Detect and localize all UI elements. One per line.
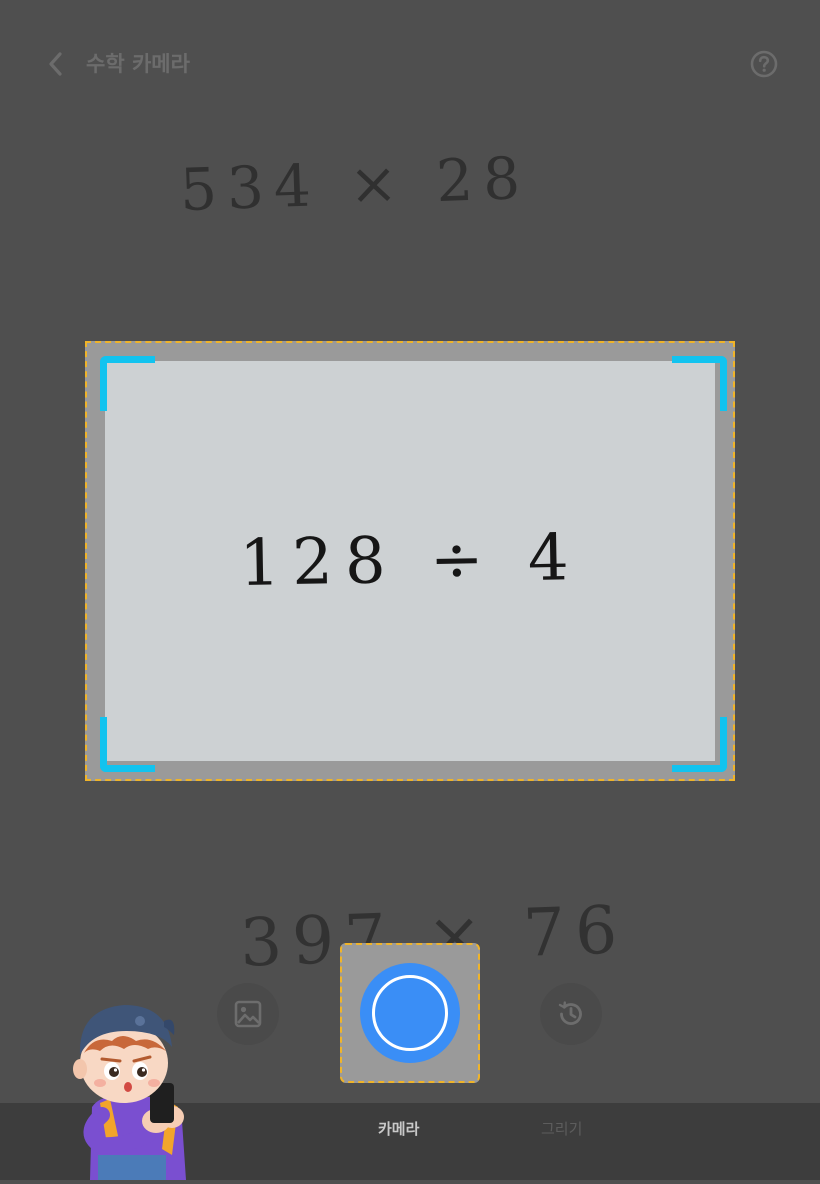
gallery-button[interactable] <box>217 983 279 1045</box>
shutter-icon <box>372 975 448 1051</box>
shutter-button[interactable] <box>360 963 460 1063</box>
chevron-left-icon <box>49 52 62 76</box>
frame-corner-bottom-right <box>672 717 727 772</box>
help-button[interactable] <box>748 48 780 80</box>
tab-draw[interactable]: 그리기 <box>541 1119 582 1139</box>
frame-corner-top-left <box>100 356 155 411</box>
history-button[interactable] <box>540 983 602 1045</box>
back-button[interactable] <box>40 48 72 80</box>
frame-corner-bottom-left <box>100 717 155 772</box>
history-icon <box>558 1001 582 1025</box>
background-problem-top: 534 × 28 <box>178 143 532 225</box>
scanned-problem: 128 ÷ 4 <box>238 521 582 601</box>
image-icon <box>234 1000 262 1028</box>
question-circle-icon <box>750 50 778 78</box>
tab-camera[interactable]: 카메라 <box>378 1119 419 1139</box>
boy-with-phone-mascot <box>60 995 210 1180</box>
frame-corner-top-right <box>672 356 727 411</box>
page-title: 수학 카메라 <box>86 52 190 76</box>
